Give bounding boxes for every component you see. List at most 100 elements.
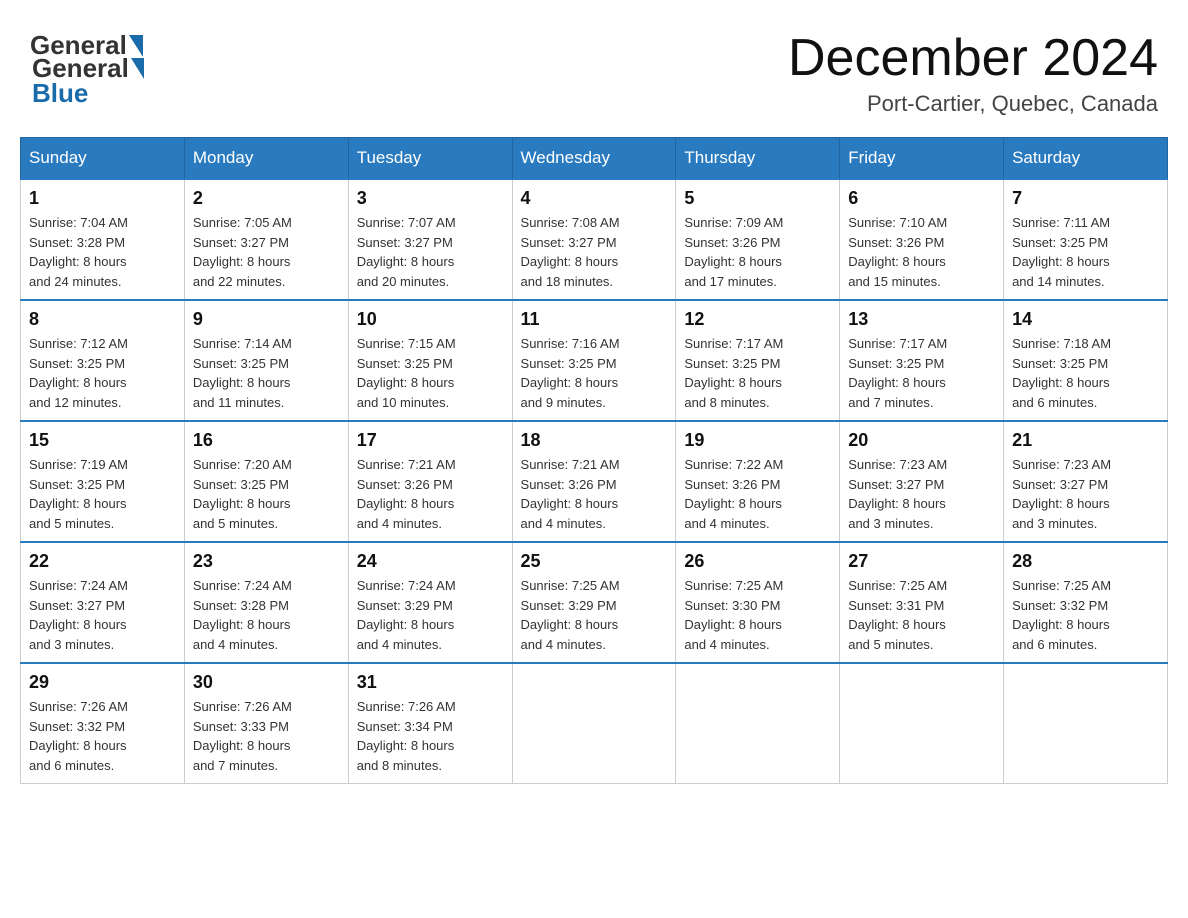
day-number: 17: [357, 430, 504, 451]
table-row: 11 Sunrise: 7:16 AMSunset: 3:25 PMDayligh…: [512, 300, 676, 421]
table-row: 17 Sunrise: 7:21 AMSunset: 3:26 PMDayligh…: [348, 421, 512, 542]
day-number: 3: [357, 188, 504, 209]
col-saturday: Saturday: [1004, 138, 1168, 180]
day-info: Sunrise: 7:15 AMSunset: 3:25 PMDaylight:…: [357, 334, 504, 412]
table-row: 23 Sunrise: 7:24 AMSunset: 3:28 PMDayligh…: [184, 542, 348, 663]
day-number: 2: [193, 188, 340, 209]
day-number: 28: [1012, 551, 1159, 572]
table-row: 22 Sunrise: 7:24 AMSunset: 3:27 PMDayligh…: [21, 542, 185, 663]
table-row: 21 Sunrise: 7:23 AMSunset: 3:27 PMDayligh…: [1004, 421, 1168, 542]
day-number: 20: [848, 430, 995, 451]
table-row: [512, 663, 676, 784]
day-number: 10: [357, 309, 504, 330]
day-info: Sunrise: 7:18 AMSunset: 3:25 PMDaylight:…: [1012, 334, 1159, 412]
day-number: 25: [521, 551, 668, 572]
day-info: Sunrise: 7:25 AMSunset: 3:29 PMDaylight:…: [521, 576, 668, 654]
table-row: 29Sunrise: 7:26 AMSunset: 3:32 PMDayligh…: [21, 663, 185, 784]
day-number: 11: [521, 309, 668, 330]
day-info: Sunrise: 7:25 AMSunset: 3:32 PMDaylight:…: [1012, 576, 1159, 654]
day-number: 4: [521, 188, 668, 209]
day-info: Sunrise: 7:16 AMSunset: 3:25 PMDaylight:…: [521, 334, 668, 412]
table-row: 8 Sunrise: 7:12 AMSunset: 3:25 PMDaylight…: [21, 300, 185, 421]
day-info: Sunrise: 7:08 AMSunset: 3:27 PMDaylight:…: [521, 213, 668, 291]
day-info: Sunrise: 7:22 AMSunset: 3:26 PMDaylight:…: [684, 455, 831, 533]
day-info: Sunrise: 7:26 AMSunset: 3:34 PMDaylight:…: [357, 697, 504, 775]
col-friday: Friday: [840, 138, 1004, 180]
day-number: 27: [848, 551, 995, 572]
day-info: Sunrise: 7:25 AMSunset: 3:30 PMDaylight:…: [684, 576, 831, 654]
table-row: 1 Sunrise: 7:04 AMSunset: 3:28 PMDaylight…: [21, 179, 185, 300]
day-info: Sunrise: 7:25 AMSunset: 3:31 PMDaylight:…: [848, 576, 995, 654]
table-row: [676, 663, 840, 784]
day-number: 29: [29, 672, 176, 693]
day-info: Sunrise: 7:24 AMSunset: 3:27 PMDaylight:…: [29, 576, 176, 654]
calendar-week-row: 15 Sunrise: 7:19 AMSunset: 3:25 PMDayligh…: [21, 421, 1168, 542]
table-row: 24 Sunrise: 7:24 AMSunset: 3:29 PMDayligh…: [348, 542, 512, 663]
day-number: 31: [357, 672, 504, 693]
day-info: Sunrise: 7:19 AMSunset: 3:25 PMDaylight:…: [29, 455, 176, 533]
day-number: 15: [29, 430, 176, 451]
table-row: [840, 663, 1004, 784]
day-info: Sunrise: 7:26 AMSunset: 3:33 PMDaylight:…: [193, 697, 340, 775]
logo-blue-text: Blue: [32, 78, 88, 108]
day-number: 9: [193, 309, 340, 330]
logo-triangle-icon: [131, 58, 144, 79]
table-row: 9Sunrise: 7:14 AMSunset: 3:25 PMDaylight…: [184, 300, 348, 421]
day-info: Sunrise: 7:07 AMSunset: 3:27 PMDaylight:…: [357, 213, 504, 291]
day-number: 24: [357, 551, 504, 572]
day-info: Sunrise: 7:17 AMSunset: 3:25 PMDaylight:…: [684, 334, 831, 412]
day-number: 13: [848, 309, 995, 330]
day-info: Sunrise: 7:10 AMSunset: 3:26 PMDaylight:…: [848, 213, 995, 291]
table-row: 12 Sunrise: 7:17 AMSunset: 3:25 PMDayligh…: [676, 300, 840, 421]
day-number: 5: [684, 188, 831, 209]
calendar-week-row: 29Sunrise: 7:26 AMSunset: 3:32 PMDayligh…: [21, 663, 1168, 784]
table-row: 14 Sunrise: 7:18 AMSunset: 3:25 PMDayligh…: [1004, 300, 1168, 421]
table-row: 20 Sunrise: 7:23 AMSunset: 3:27 PMDayligh…: [840, 421, 1004, 542]
day-info: Sunrise: 7:11 AMSunset: 3:25 PMDaylight:…: [1012, 213, 1159, 291]
col-thursday: Thursday: [676, 138, 840, 180]
day-info: Sunrise: 7:24 AMSunset: 3:28 PMDaylight:…: [193, 576, 340, 654]
table-row: 2 Sunrise: 7:05 AMSunset: 3:27 PMDaylight…: [184, 179, 348, 300]
title-section: December 2024 Port-Cartier, Quebec, Cana…: [788, 30, 1158, 117]
table-row: 25 Sunrise: 7:25 AMSunset: 3:29 PMDayligh…: [512, 542, 676, 663]
col-monday: Monday: [184, 138, 348, 180]
day-number: 12: [684, 309, 831, 330]
day-info: Sunrise: 7:24 AMSunset: 3:29 PMDaylight:…: [357, 576, 504, 654]
table-row: 5 Sunrise: 7:09 AMSunset: 3:26 PMDaylight…: [676, 179, 840, 300]
calendar-header-row: Sunday Monday Tuesday Wednesday Thursday…: [21, 138, 1168, 180]
day-number: 1: [29, 188, 176, 209]
day-number: 26: [684, 551, 831, 572]
day-info: Sunrise: 7:23 AMSunset: 3:27 PMDaylight:…: [1012, 455, 1159, 533]
table-row: 3 Sunrise: 7:07 AMSunset: 3:27 PMDaylight…: [348, 179, 512, 300]
day-number: 18: [521, 430, 668, 451]
col-tuesday: Tuesday: [348, 138, 512, 180]
day-number: 14: [1012, 309, 1159, 330]
day-info: Sunrise: 7:09 AMSunset: 3:26 PMDaylight:…: [684, 213, 831, 291]
day-info: Sunrise: 7:21 AMSunset: 3:26 PMDaylight:…: [357, 455, 504, 533]
day-number: 23: [193, 551, 340, 572]
table-row: 7Sunrise: 7:11 AMSunset: 3:25 PMDaylight…: [1004, 179, 1168, 300]
table-row: 18 Sunrise: 7:21 AMSunset: 3:26 PMDayligh…: [512, 421, 676, 542]
table-row: 16Sunrise: 7:20 AMSunset: 3:25 PMDayligh…: [184, 421, 348, 542]
day-info: Sunrise: 7:12 AMSunset: 3:25 PMDaylight:…: [29, 334, 176, 412]
day-number: 8: [29, 309, 176, 330]
day-info: Sunrise: 7:17 AMSunset: 3:25 PMDaylight:…: [848, 334, 995, 412]
table-row: 26 Sunrise: 7:25 AMSunset: 3:30 PMDayligh…: [676, 542, 840, 663]
table-row: 10 Sunrise: 7:15 AMSunset: 3:25 PMDayligh…: [348, 300, 512, 421]
table-row: [1004, 663, 1168, 784]
day-number: 21: [1012, 430, 1159, 451]
calendar-table: Sunday Monday Tuesday Wednesday Thursday…: [20, 137, 1168, 784]
day-info: Sunrise: 7:05 AMSunset: 3:27 PMDaylight:…: [193, 213, 340, 291]
calendar-week-row: 1 Sunrise: 7:04 AMSunset: 3:28 PMDaylight…: [21, 179, 1168, 300]
col-sunday: Sunday: [21, 138, 185, 180]
col-wednesday: Wednesday: [512, 138, 676, 180]
day-info: Sunrise: 7:20 AMSunset: 3:25 PMDaylight:…: [193, 455, 340, 533]
day-info: Sunrise: 7:21 AMSunset: 3:26 PMDaylight:…: [521, 455, 668, 533]
table-row: 31 Sunrise: 7:26 AMSunset: 3:34 PMDayligh…: [348, 663, 512, 784]
month-title: December 2024: [788, 30, 1158, 87]
day-info: Sunrise: 7:04 AMSunset: 3:28 PMDaylight:…: [29, 213, 176, 291]
table-row: 6Sunrise: 7:10 AMSunset: 3:26 PMDaylight…: [840, 179, 1004, 300]
calendar-week-row: 8 Sunrise: 7:12 AMSunset: 3:25 PMDaylight…: [21, 300, 1168, 421]
day-number: 22: [29, 551, 176, 572]
day-info: Sunrise: 7:23 AMSunset: 3:27 PMDaylight:…: [848, 455, 995, 533]
